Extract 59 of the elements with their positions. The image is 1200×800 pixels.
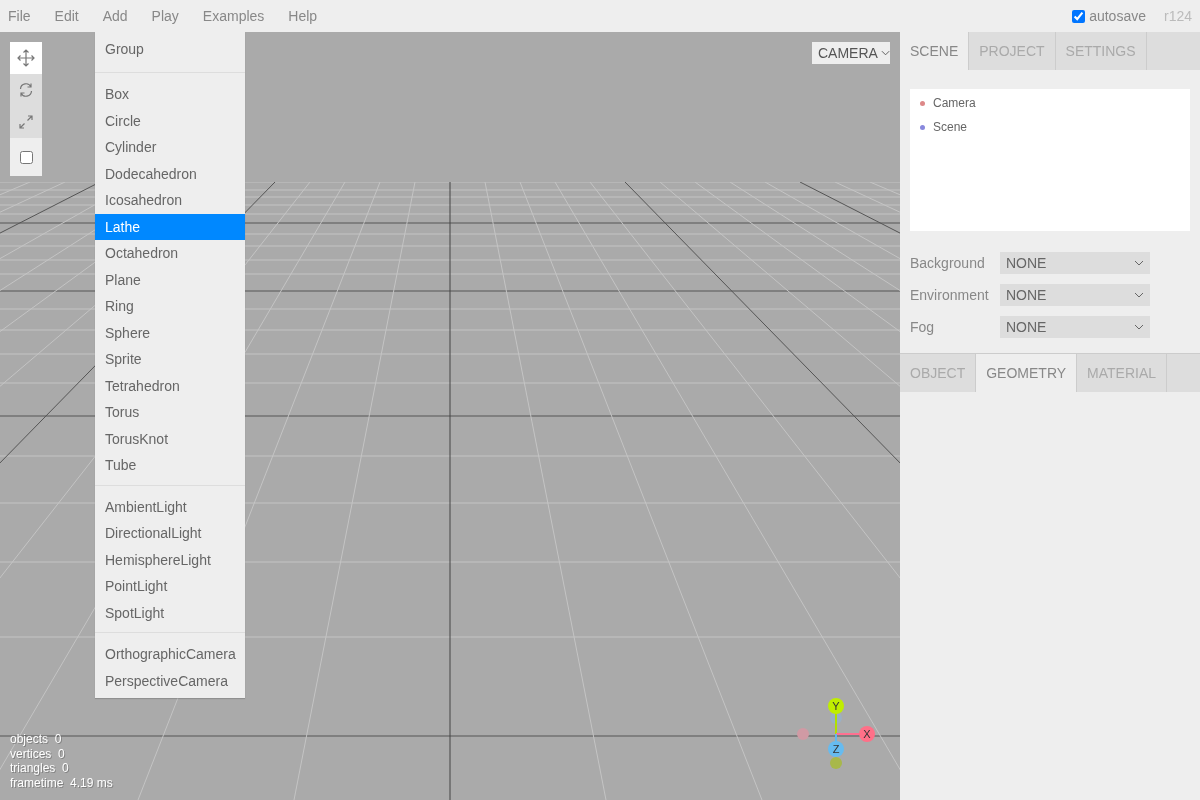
menu-item[interactable]: Torus xyxy=(95,399,245,426)
menu-item[interactable]: PerspectiveCamera xyxy=(95,667,245,694)
menu-title[interactable]: Play xyxy=(151,8,179,24)
move-icon xyxy=(17,49,35,67)
menu-title[interactable]: Examples xyxy=(202,8,265,24)
menu-item[interactable]: Sprite xyxy=(95,346,245,373)
property-select[interactable]: NONE xyxy=(1000,316,1150,338)
axis-gizmo-drawing: Y X Z xyxy=(790,698,880,778)
move-tool-button[interactable] xyxy=(10,42,42,74)
info-stat: triangles 0 xyxy=(10,761,70,776)
info-stat: frametime 4.19 ms xyxy=(10,775,113,790)
menu-item[interactable]: AmbientLight xyxy=(95,493,245,520)
expand-icon xyxy=(18,114,34,130)
autosave-label: autosave xyxy=(1089,8,1146,24)
property-select[interactable]: NONE xyxy=(1000,252,1150,274)
menu-item[interactable]: Plane xyxy=(95,266,245,293)
menu-item[interactable]: Icosahedron xyxy=(95,187,245,214)
menu-item[interactable]: OrthographicCamera xyxy=(95,641,245,668)
chevron-icon xyxy=(1134,324,1144,330)
menu-item[interactable]: Tetrahedron xyxy=(95,372,245,399)
autosave-checkbox[interactable] xyxy=(1072,9,1086,23)
info-stat: vertices 0 xyxy=(10,746,66,761)
chevron-icon xyxy=(1134,260,1144,266)
menu-item[interactable]: Octahedron xyxy=(95,240,245,267)
menu-item[interactable]: Box xyxy=(95,81,245,108)
camera-select[interactable]: CAMERA xyxy=(812,42,890,64)
property-select[interactable]: NONE xyxy=(1000,284,1150,306)
info-stat: objects 0 xyxy=(10,732,63,747)
menu-item[interactable]: Lathe xyxy=(95,213,245,240)
menu-item[interactable]: TorusKnot xyxy=(95,425,245,452)
property-label: Background xyxy=(910,255,986,271)
chevron-icon xyxy=(880,50,890,56)
property-label: Environment xyxy=(910,287,990,303)
menu-title[interactable]: Edit xyxy=(54,8,79,24)
menu-item[interactable]: PointLight xyxy=(95,573,245,600)
outliner-item[interactable]: Scene xyxy=(933,120,968,134)
menu-item[interactable]: Cylinder xyxy=(95,134,245,161)
sidebar-tab[interactable]: SCENE xyxy=(900,32,970,70)
chevron-icon xyxy=(1134,292,1144,298)
menu-item[interactable]: Sphere xyxy=(95,319,245,346)
menu-item[interactable]: Circle xyxy=(95,107,245,134)
menu-title[interactable]: Help xyxy=(288,8,318,24)
local-checkbox[interactable] xyxy=(19,150,33,164)
menu-item[interactable]: HemisphereLight xyxy=(95,546,245,573)
properties-tab[interactable]: GEOMETRY xyxy=(976,354,1078,392)
menu-item[interactable]: Tube xyxy=(95,452,245,479)
viewport[interactable] xyxy=(0,32,900,800)
menu-item[interactable]: Group xyxy=(95,32,245,66)
rotate-tool-button[interactable] xyxy=(10,74,42,106)
outliner-item[interactable]: Camera xyxy=(933,96,976,110)
rotate-icon xyxy=(18,82,34,98)
menu-item[interactable]: Ring xyxy=(95,293,245,320)
menu-item[interactable]: Dodecahedron xyxy=(95,160,245,187)
scale-tool-button[interactable] xyxy=(10,106,42,138)
menu-item[interactable]: DirectionalLight xyxy=(95,520,245,547)
menu-title[interactable]: File xyxy=(8,8,31,24)
property-label: Fog xyxy=(910,319,936,335)
menu-item[interactable]: SpotLight xyxy=(95,599,245,626)
menu-title[interactable]: Add xyxy=(102,8,128,24)
